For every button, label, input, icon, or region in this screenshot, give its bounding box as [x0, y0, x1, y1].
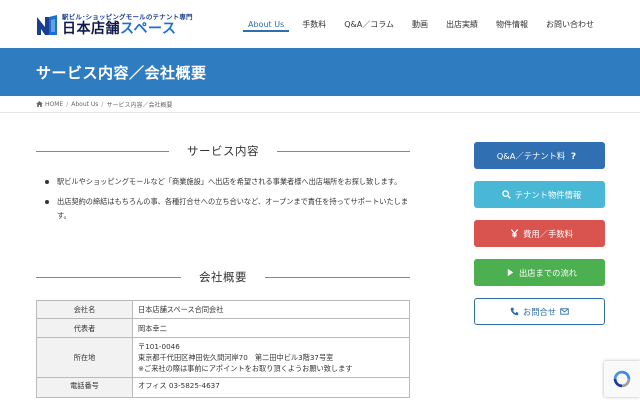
breadcrumb: HOME / About Us / サービス内容／会社概要	[0, 96, 640, 113]
nav-properties[interactable]: 物件情報	[487, 0, 537, 48]
table-value: 〒101-0046 東京都千代田区神田佐久間河岸70 第二田中ビル3階37号室 …	[132, 337, 410, 378]
logo-mark-icon	[37, 15, 57, 35]
table-label: 代表者	[36, 318, 133, 338]
list-item: 駅ビルやショッピングモールなど「商業施設」へ出店を希望される事業者様へ出店場所を…	[36, 175, 410, 189]
main-nav: About Us 手数料 Q&A／コラム 動画 出店実績 物件情報 お問い合わせ	[239, 0, 603, 48]
home-icon	[36, 101, 43, 107]
table-label: 所在地	[36, 337, 133, 378]
company-info-table: 会社名 日本店舗スペース合同会社 代表者 岡本幸二 所在地 〒101-0046 …	[36, 300, 410, 398]
site-header: 駅ビル･ショッピングモールのテナント専門 日本店舗スペース About Us 手…	[0, 0, 640, 48]
table-row: 所在地 〒101-0046 東京都千代田区神田佐久間河岸70 第二田中ビル3階3…	[36, 337, 410, 378]
fees-button[interactable]: 費用／手数料	[474, 220, 605, 247]
table-value: オフィス 03-5825-4637	[132, 377, 410, 398]
yen-icon	[510, 229, 519, 238]
logo-name: 日本店舗スペース	[62, 21, 177, 38]
section-heading-company: 会社概要	[36, 267, 410, 287]
breadcrumb-about[interactable]: About Us	[71, 101, 98, 108]
nav-videos[interactable]: 動画	[403, 0, 437, 48]
qa-tenant-fee-button[interactable]: Q&A／テナント料 ?	[474, 142, 605, 169]
section-heading-services: サービス内容	[36, 141, 410, 161]
breadcrumb-home[interactable]: HOME	[45, 101, 63, 108]
arrow-right-icon	[506, 268, 515, 277]
page-title-band: サービス内容／会社概要	[0, 48, 640, 96]
logo-tagline: 駅ビル･ショッピングモールのテナント専門	[62, 12, 193, 21]
mail-icon	[560, 307, 569, 316]
table-value: 日本店舗スペース合同会社	[132, 300, 410, 319]
recaptcha-badge[interactable]	[604, 361, 640, 397]
nav-contact[interactable]: お問い合わせ	[537, 0, 603, 48]
phone-icon	[510, 307, 519, 316]
nav-results[interactable]: 出店実績	[437, 0, 487, 48]
contact-button[interactable]: お問合せ	[474, 298, 605, 325]
tenant-property-button[interactable]: テナント物件情報	[474, 181, 605, 208]
list-item: 出店契約の締結はもちろんの事、各種打合せへの立ち合いなど、オープンまで責任を持っ…	[36, 195, 410, 223]
sidebar: Q&A／テナント料 ? テナント物件情報 費用／手数料 出店までの流れ お問合せ	[474, 142, 605, 337]
breadcrumb-current: サービス内容／会社概要	[106, 101, 173, 109]
search-icon	[502, 190, 511, 199]
nav-qa-column[interactable]: Q&A／コラム	[335, 0, 403, 48]
services-list: 駅ビルやショッピングモールなど「商業施設」へ出店を希望される事業者様へ出店場所を…	[36, 175, 410, 229]
table-row: 代表者 岡本幸二	[36, 318, 410, 338]
svg-text:?: ?	[571, 152, 576, 160]
table-row: 電話番号 オフィス 03-5825-4637	[36, 377, 410, 398]
nav-about-us[interactable]: About Us	[239, 0, 293, 48]
page-title: サービス内容／会社概要	[36, 64, 207, 82]
main-content: サービス内容 駅ビルやショッピングモールなど「商業施設」へ出店を希望される事業者…	[36, 113, 410, 400]
table-row: 会社名 日本店舗スペース合同会社	[36, 300, 410, 319]
recaptcha-icon	[613, 370, 631, 388]
address-postal: 〒101-0046	[138, 342, 180, 351]
table-label: 会社名	[36, 300, 133, 319]
address-note: ※ご来社の際は事前にアポイントをお取り頂くようお願い致します	[138, 364, 353, 373]
address-line: 東京都千代田区神田佐久間河岸70 第二田中ビル3階37号室	[138, 353, 334, 362]
flow-to-opening-button[interactable]: 出店までの流れ	[474, 259, 605, 286]
site-logo[interactable]: 駅ビル･ショッピングモールのテナント専門 日本店舗スペース	[36, 12, 193, 38]
nav-fees[interactable]: 手数料	[293, 0, 335, 48]
question-icon: ?	[569, 151, 578, 160]
table-value: 岡本幸二	[132, 318, 410, 338]
table-label: 電話番号	[36, 377, 133, 398]
